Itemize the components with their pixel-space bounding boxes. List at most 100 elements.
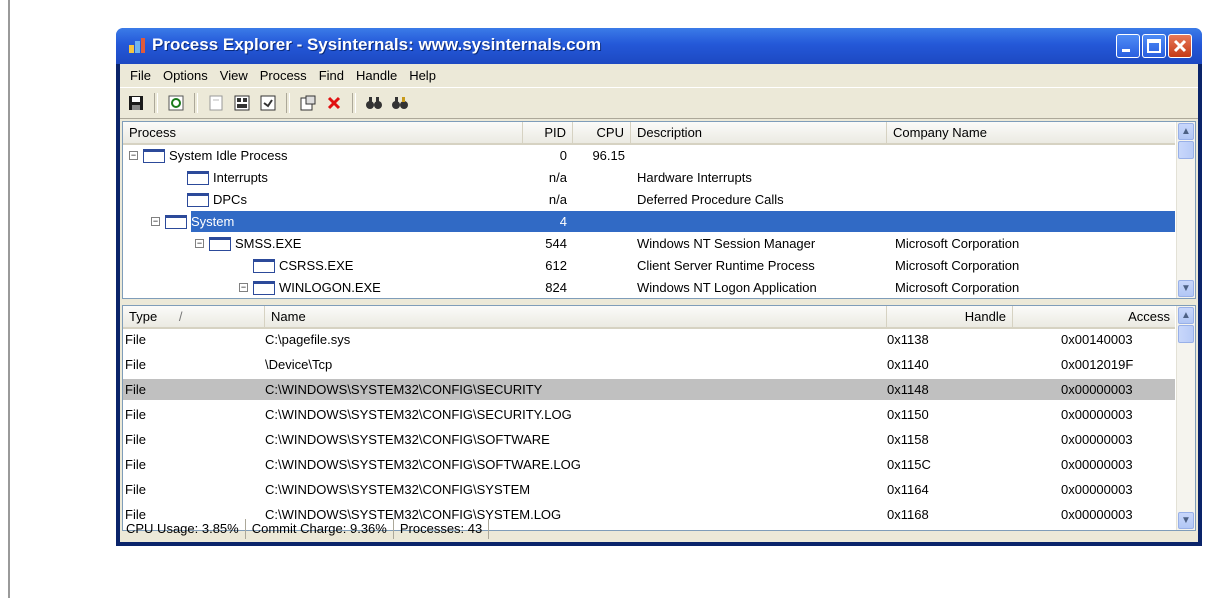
tree-expand-icon[interactable]: − (195, 239, 204, 248)
process-cpu (573, 211, 625, 232)
menu-file[interactable]: File (124, 68, 157, 83)
window-client: File Options View Process Find Handle He… (120, 64, 1198, 542)
handle-row[interactable]: File C:\WINDOWS\SYSTEM32\CONFIG\SOFTWARE 0… (123, 429, 1175, 450)
column-header-name[interactable]: Name (265, 306, 887, 327)
refresh-button[interactable] (166, 93, 186, 113)
sort-indicator-icon: / (178, 309, 183, 324)
toolbar-separator (154, 93, 158, 113)
process-row[interactable]: CSRSS.EXE 612 Client Server Runtime Proces… (123, 255, 1175, 276)
process-explorer-window: Process Explorer - Sysinternals: www.sys… (116, 28, 1202, 546)
process-description (637, 145, 887, 166)
menu-find[interactable]: Find (313, 68, 350, 83)
process-pid: 544 (545, 236, 567, 251)
handle-list-scrollbar[interactable]: ▲ ▼ (1176, 306, 1195, 530)
menu-view[interactable]: View (214, 68, 254, 83)
process-row[interactable]: − System Idle Process 0 96.15 (123, 145, 1175, 166)
cpu-history-icon (209, 95, 223, 111)
handle-row[interactable]: File C:\pagefile.sys 0x1138 0x00140003 (123, 329, 1175, 350)
cpu-history-button[interactable] (206, 93, 226, 113)
process-list-scrollbar[interactable]: ▲ ▼ (1176, 122, 1195, 298)
process-window-icon (143, 149, 165, 163)
minimize-button[interactable] (1116, 34, 1140, 58)
find-handle-button[interactable] (390, 93, 410, 113)
maximize-button[interactable] (1142, 34, 1166, 58)
column-header-access[interactable]: Access (1013, 306, 1177, 327)
process-row[interactable]: − System 4 (123, 211, 1175, 232)
column-header-process[interactable]: Process (123, 122, 523, 143)
process-row[interactable]: − SMSS.EXE 544 Windows NT Session Manager Mi… (123, 233, 1175, 254)
handle-access: 0x00000003 (1061, 407, 1133, 422)
find-button[interactable] (364, 93, 384, 113)
handle-row[interactable]: File C:\WINDOWS\SYSTEM32\CONFIG\SOFTWARE.… (123, 454, 1175, 475)
handle-name: C:\WINDOWS\SYSTEM32\CONFIG\SOFTWARE (265, 432, 550, 447)
handle-value: 0x1148 (887, 382, 929, 397)
scroll-down-button[interactable]: ▼ (1178, 280, 1194, 297)
process-name: SMSS.EXE (235, 236, 302, 251)
scroll-up-button[interactable]: ▲ (1178, 307, 1194, 324)
process-name: DPCs (213, 192, 247, 207)
process-row[interactable]: DPCs n/a Deferred Procedure Calls (123, 189, 1175, 210)
handle-type: File (125, 407, 146, 422)
toolbar (120, 88, 1198, 119)
process-row[interactable]: − WINLOGON.EXE 824 Windows NT Logon Applica… (123, 277, 1175, 298)
process-row[interactable]: Interrupts n/a Hardware Interrupts (123, 167, 1175, 188)
process-company (895, 167, 1175, 188)
status-process-count: Processes: 43 (394, 519, 490, 539)
refresh-icon (168, 95, 184, 111)
kill-process-button[interactable] (324, 93, 344, 113)
menu-handle[interactable]: Handle (350, 68, 403, 83)
process-description: Client Server Runtime Process (637, 258, 815, 273)
handle-type: File (125, 357, 146, 372)
handle-value: 0x1140 (887, 357, 929, 372)
process-list-pane[interactable]: Process PID CPU Description Company Name… (122, 121, 1196, 299)
process-list-header: Process PID CPU Description Company Name (123, 122, 1177, 145)
handle-row[interactable]: File \Device\Tcp 0x1140 0x0012019F (123, 354, 1175, 375)
column-header-handle[interactable]: Handle (887, 306, 1013, 327)
close-button[interactable] (1168, 34, 1192, 58)
column-header-type[interactable]: Type / (123, 306, 265, 327)
process-window-icon (209, 237, 231, 251)
process-window-icon (187, 171, 209, 185)
column-header-cpu[interactable]: CPU (573, 122, 631, 143)
scroll-up-button[interactable]: ▲ (1178, 123, 1194, 140)
tree-expand-icon[interactable]: − (239, 283, 248, 292)
process-cpu (573, 189, 625, 210)
handle-access: 0x00000003 (1061, 482, 1133, 497)
kill-process-icon (327, 96, 341, 110)
process-description: Windows NT Logon Application (637, 280, 817, 295)
handle-row[interactable]: File C:\WINDOWS\SYSTEM32\CONFIG\SECURITY.… (123, 404, 1175, 425)
process-window-icon (187, 193, 209, 207)
handle-type: File (125, 482, 146, 497)
tree-expand-icon[interactable]: − (129, 151, 138, 160)
handle-name: C:\WINDOWS\SYSTEM32\CONFIG\SYSTEM (265, 482, 531, 497)
scroll-thumb[interactable] (1178, 141, 1194, 159)
menu-options[interactable]: Options (157, 68, 214, 83)
handle-name: C:\pagefile.sys (265, 332, 351, 347)
handle-row[interactable]: File C:\WINDOWS\SYSTEM32\CONFIG\SYSTEM 0x1… (123, 479, 1175, 500)
toolbar-separator (194, 93, 198, 113)
column-header-type-label: Type (129, 309, 158, 324)
dll-view-button[interactable] (258, 93, 278, 113)
column-header-description[interactable]: Description (631, 122, 887, 143)
handle-list-header: Type / Name Handle Access (123, 306, 1177, 329)
handle-access: 0x00000003 (1061, 382, 1133, 397)
column-header-company[interactable]: Company Name (887, 122, 1177, 143)
title-bar[interactable]: Process Explorer - Sysinternals: www.sys… (116, 28, 1202, 64)
process-window-icon (165, 215, 187, 229)
menu-process[interactable]: Process (254, 68, 313, 83)
process-cpu (573, 255, 625, 276)
handle-name: C:\WINDOWS\SYSTEM32\CONFIG\SECURITY (265, 382, 543, 397)
process-name: Interrupts (213, 170, 268, 185)
column-header-pid[interactable]: PID (523, 122, 573, 143)
tree-expand-icon[interactable]: − (151, 217, 160, 226)
handle-row[interactable]: File C:\WINDOWS\SYSTEM32\CONFIG\SECURITY 0… (123, 379, 1175, 400)
menu-help[interactable]: Help (403, 68, 442, 83)
handle-list-pane[interactable]: Type / Name Handle Access File C:\pagefil… (122, 305, 1196, 531)
properties-button[interactable] (298, 93, 318, 113)
process-description (637, 211, 887, 232)
system-info-button[interactable] (232, 93, 252, 113)
scroll-thumb[interactable] (1178, 325, 1194, 343)
save-button[interactable] (126, 93, 146, 113)
process-company (895, 145, 1175, 166)
pane-splitter[interactable] (120, 299, 1198, 303)
